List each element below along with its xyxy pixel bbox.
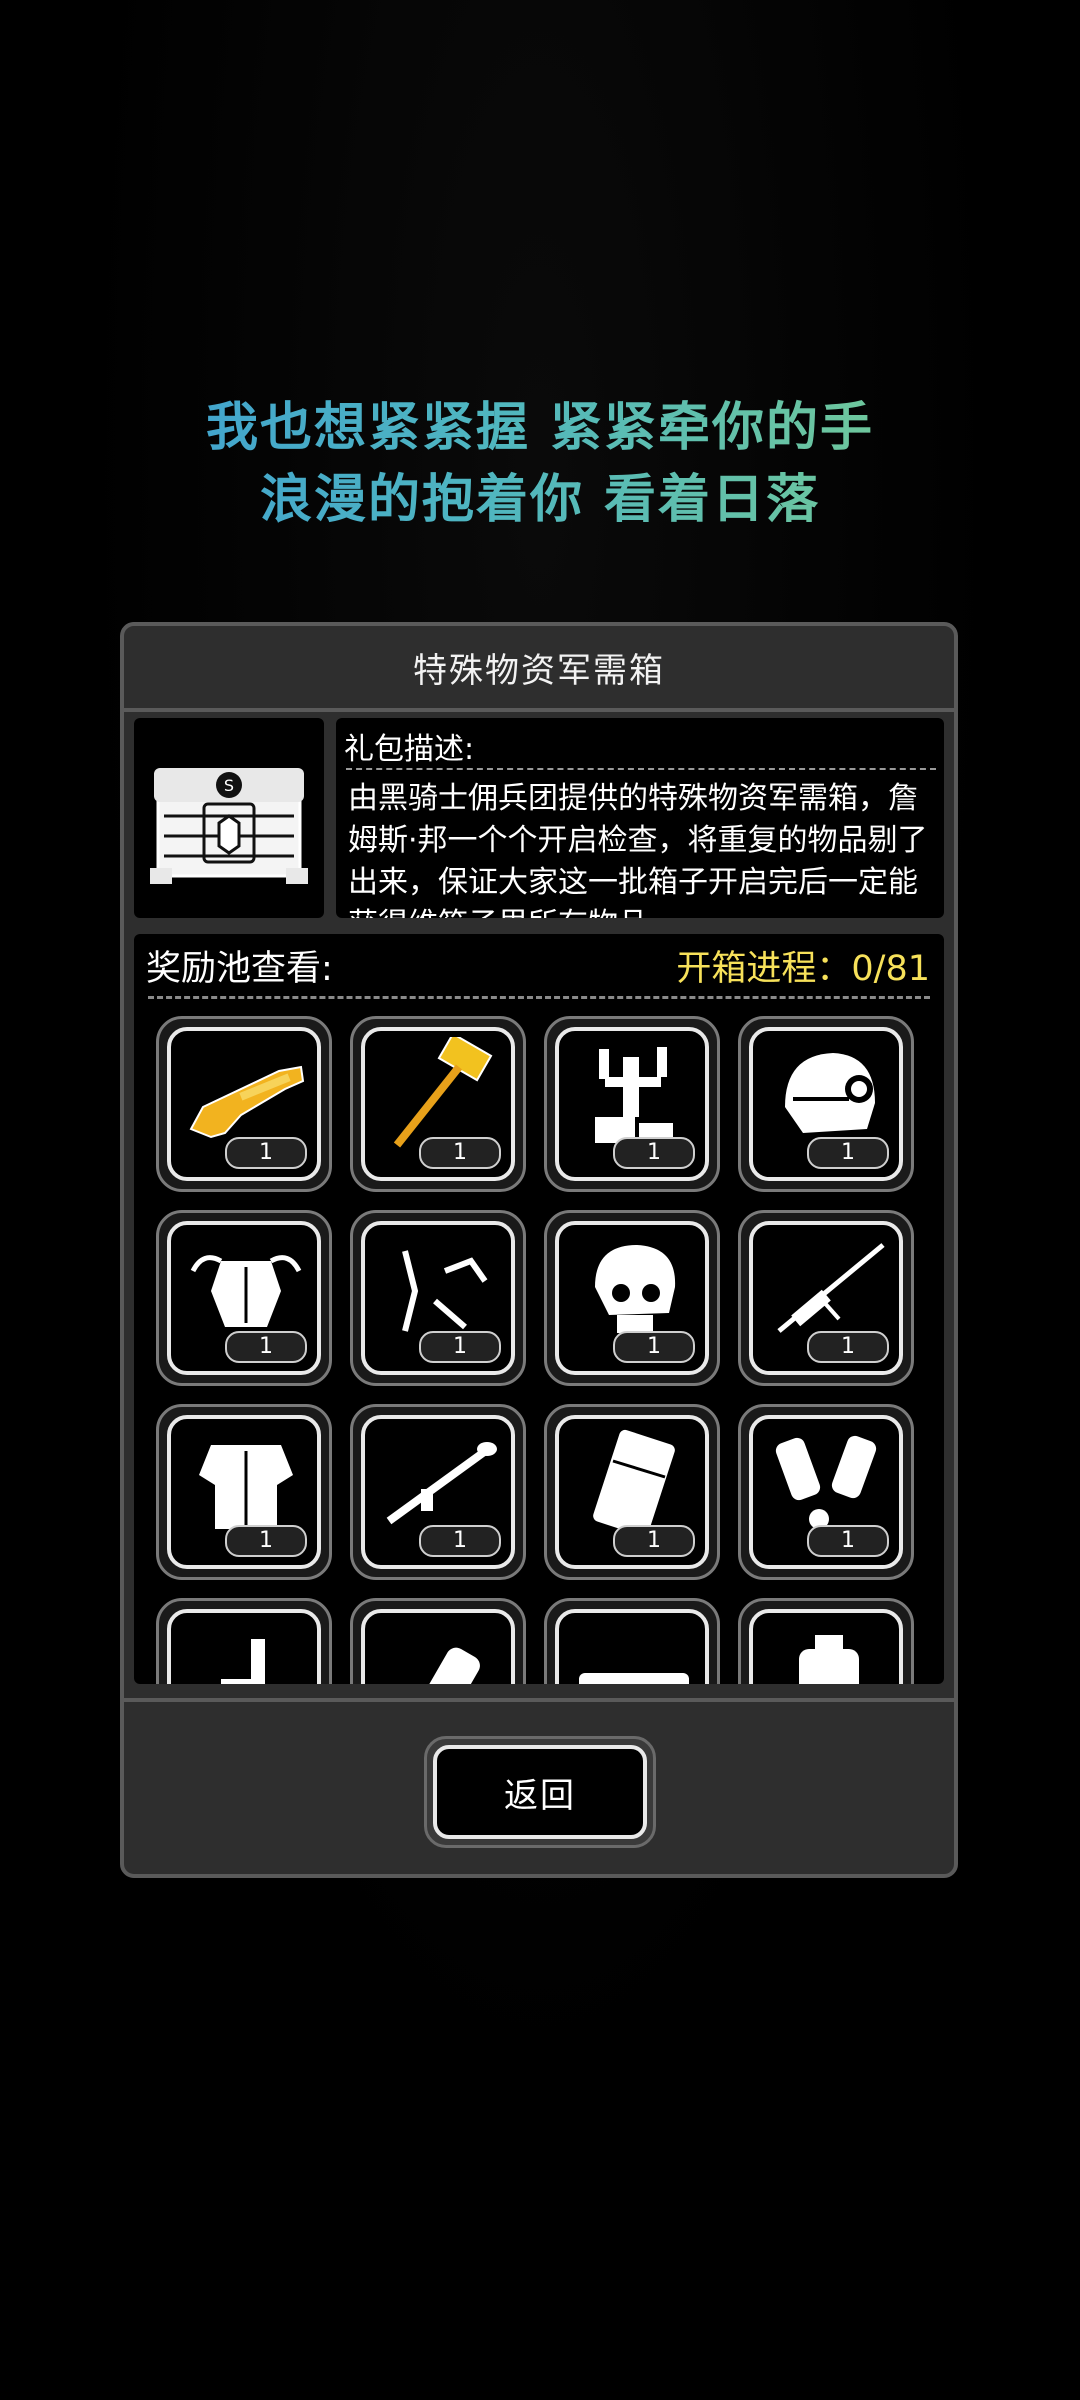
reward-qty: 1	[807, 1525, 889, 1557]
heavy-cannon-icon	[579, 1673, 689, 1684]
reward-slot[interactable]: 1	[544, 1016, 720, 1192]
back-button-label: 返回	[433, 1745, 647, 1839]
reward-qty: 1	[613, 1525, 695, 1557]
description-box[interactable]: 礼包描述: 由黑骑士佣兵团提供的特殊物资军需箱，詹姆斯·邦一个个开启检查，将重复…	[336, 718, 944, 918]
reward-slot[interactable]	[738, 1598, 914, 1684]
supply-box-dialog: 特殊物资军需箱 S 礼包描述: 由黑骑士佣兵团提供的特殊物资军需箱，詹姆斯·邦一…	[120, 622, 958, 1878]
reward-slot[interactable]: 1	[350, 1210, 526, 1386]
reward-qty: 1	[225, 1137, 307, 1169]
reward-qty: 1	[419, 1137, 501, 1169]
reward-qty: 1	[807, 1137, 889, 1169]
lyric-line-1: 我也想紧紧握 紧紧牵你的手	[0, 392, 1080, 464]
reward-qty: 1	[419, 1525, 501, 1557]
reward-grid: 1 1 1 1 1 1 1 1 1 1 1 1	[134, 934, 944, 1684]
drill-weapon-icon	[426, 1647, 480, 1684]
reward-slot[interactable]: 1	[544, 1210, 720, 1386]
description-label: 礼包描述:	[344, 732, 475, 767]
dialog-footer: 返回	[124, 1698, 954, 1878]
reward-slot[interactable]: 1	[738, 1404, 914, 1580]
reward-slot[interactable]: 1	[544, 1404, 720, 1580]
reward-slot[interactable]: 1	[156, 1210, 332, 1386]
minigun-icon	[221, 1639, 265, 1684]
reward-slot[interactable]: 1	[156, 1016, 332, 1192]
dialog-title: 特殊物资军需箱	[413, 650, 665, 691]
reward-slot[interactable]: 1	[738, 1016, 914, 1192]
back-button[interactable]: 返回	[424, 1736, 656, 1848]
svg-text:S: S	[224, 776, 234, 795]
lyric-line-2: 浪漫的抱着你 看着日落	[0, 464, 1080, 536]
reward-qty: 1	[225, 1331, 307, 1363]
reward-slot[interactable]: 1	[738, 1210, 914, 1386]
reward-slot[interactable]: 1	[156, 1404, 332, 1580]
supply-box-icon: S	[134, 718, 324, 918]
reward-slot[interactable]: 1	[350, 1016, 526, 1192]
reward-slot[interactable]	[544, 1598, 720, 1684]
description-divider	[346, 768, 936, 770]
backpack-icon	[799, 1635, 859, 1684]
description-panel: S 礼包描述: 由黑骑士佣兵团提供的特殊物资军需箱，詹姆斯·邦一个个开启检查，将…	[134, 718, 944, 922]
reward-qty: 1	[225, 1525, 307, 1557]
description-text: 由黑骑士佣兵团提供的特殊物资军需箱，詹姆斯·邦一个个开启检查，将重复的物品剔了出…	[348, 781, 928, 918]
reward-qty: 1	[807, 1331, 889, 1363]
reward-slot[interactable]	[350, 1598, 526, 1684]
reward-slot[interactable]	[156, 1598, 332, 1684]
reward-slot[interactable]: 1	[350, 1404, 526, 1580]
dialog-header: 特殊物资军需箱	[124, 626, 954, 712]
reward-qty: 1	[613, 1137, 695, 1169]
reward-qty: 1	[613, 1331, 695, 1363]
lyrics-overlay: 我也想紧紧握 紧紧牵你的手 浪漫的抱着你 看着日落	[0, 392, 1080, 536]
reward-pool[interactable]: 奖励池查看: 开箱进程：0/81 1 1 1 1 1 1 1 1 1 1 1 1	[134, 934, 944, 1684]
reward-qty: 1	[419, 1331, 501, 1363]
